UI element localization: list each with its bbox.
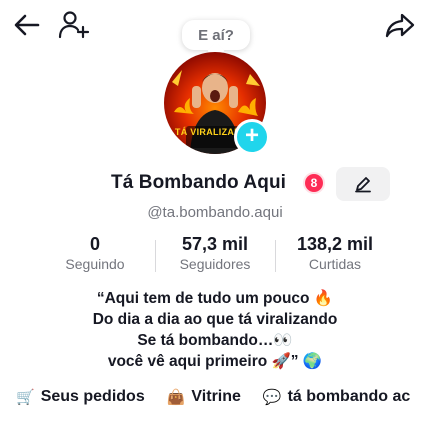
profile-links: 🛒 Seus pedidos 👜 Vitrine 💬 tá bombando a… (16, 388, 410, 406)
community-link-label: tá bombando ac (287, 388, 411, 405)
showcase-link[interactable]: 👜 Vitrine (167, 388, 241, 406)
cart-icon: 🛒 (16, 389, 35, 406)
plus-icon: + (244, 122, 259, 149)
stats-divider (275, 240, 276, 272)
note-bubble-text: E aí? (198, 26, 234, 44)
following-count: 0 (89, 234, 100, 254)
bio-line: Se tá bombando…👀 (137, 332, 293, 349)
add-story-button[interactable]: + (234, 119, 270, 155)
bio-line: “Aqui tem de tudo um pouco 🔥 (96, 290, 334, 307)
share-arrow-icon (385, 13, 415, 38)
add-user-button[interactable] (56, 8, 92, 42)
community-link[interactable]: 💬 tá bombando ac (263, 388, 410, 406)
likes-label: Curtidas (308, 256, 362, 272)
profile-name: Tá Bombando Aqui (111, 172, 287, 193)
followers-count: 57,3 mil (181, 234, 249, 254)
edit-profile-button[interactable] (336, 167, 390, 201)
add-person-icon (58, 11, 90, 39)
bio-line: você vê aqui primeiro 🚀” 🌍 (107, 353, 323, 370)
share-button[interactable] (382, 8, 418, 42)
followers-label: Seguidores (179, 256, 251, 272)
notification-badge[interactable]: 8 (305, 174, 323, 192)
shopping-bag-icon: 👜 (166, 389, 186, 406)
bio-line: Do dia a dia ao que tá viralizando (92, 311, 338, 328)
arrow-left-icon (14, 14, 40, 36)
chat-icon: 💬 (262, 389, 282, 406)
orders-link-label: Seus pedidos (40, 388, 145, 405)
orders-link[interactable]: 🛒 Seus pedidos (16, 388, 145, 406)
stats-divider (155, 240, 156, 272)
showcase-link-label: Vitrine (191, 388, 241, 405)
pencil-icon (355, 177, 371, 193)
profile-handle: @ta.bombando.aqui (147, 204, 283, 221)
note-bubble[interactable]: E aí? (182, 20, 250, 50)
following-label: Seguindo (65, 256, 125, 272)
likes-count: 138,2 mil (296, 234, 374, 254)
back-button[interactable] (10, 8, 44, 42)
